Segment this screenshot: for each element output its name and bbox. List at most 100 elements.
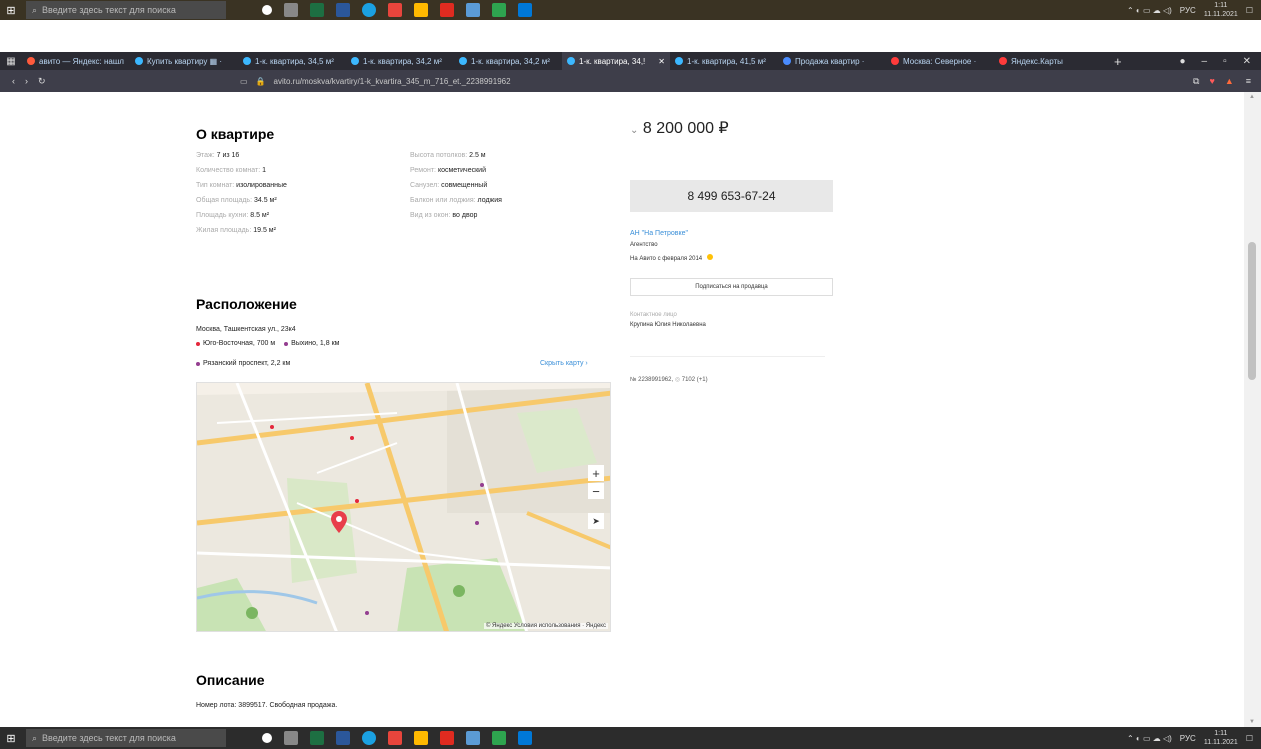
- browser-tab[interactable]: 1-к. квартира, 41,5 м²: [670, 52, 778, 70]
- pdf-icon[interactable]: [440, 731, 454, 745]
- forward-icon[interactable]: ›: [25, 76, 28, 87]
- browser-tab[interactable]: 1-к. квартира, 34,2 м²: [346, 52, 454, 70]
- geolocation-icon[interactable]: ➤: [588, 513, 604, 529]
- app-icon[interactable]: [518, 731, 532, 745]
- word-icon[interactable]: [336, 731, 350, 745]
- system-tray: ⌃ ◐ ▭ ☁ ◁) РУС 1:11 11.11.2021 ☐: [1127, 1, 1261, 19]
- browser-icon[interactable]: [362, 3, 376, 17]
- agency-link[interactable]: АН "На Петровке": [630, 230, 688, 237]
- metro-station: Рязанский проспект, 2,2 км: [196, 360, 290, 367]
- tabs-container: авито — Яндекс: нашл Купить квартиру ▦ · 1…: [22, 52, 1102, 70]
- browser-tab[interactable]: Купить квартиру ▦ ·: [130, 52, 238, 70]
- location-heading: Расположение: [196, 296, 297, 312]
- browser-icon[interactable]: [362, 731, 376, 745]
- system-tray: ⌃ ◐ ▭ ☁ ◁) РУС 1:11 11.11.2021 ☐: [1127, 729, 1261, 747]
- yandex-browser-icon[interactable]: [388, 3, 402, 17]
- task-view-icon[interactable]: [284, 731, 298, 745]
- badge-icon: [706, 254, 713, 260]
- hide-map-link[interactable]: Скрыть карту ›: [540, 360, 588, 367]
- tab-favicon-icon: [27, 57, 35, 65]
- tray-icons[interactable]: ⌃ ◐ ▭ ☁ ◁): [1127, 734, 1172, 743]
- cortana-icon[interactable]: [262, 733, 272, 743]
- word-icon[interactable]: [336, 3, 350, 17]
- browser-tab[interactable]: 1-к. квартира, 34,5 м²: [238, 52, 346, 70]
- taskbar-search[interactable]: ⌕ Введите здесь текст для поиска: [26, 729, 226, 747]
- property-value: во двор: [452, 212, 478, 219]
- property-value: 8.5 м²: [250, 212, 270, 219]
- clock-date: 11.11.2021: [1203, 11, 1238, 18]
- alert-icon[interactable]: ▲: [1225, 76, 1234, 86]
- property-label: Количество комнат:: [196, 167, 261, 174]
- back-icon[interactable]: ‹: [12, 76, 15, 87]
- tray-icons[interactable]: ⌃ ◐ ▭ ☁ ◁): [1127, 6, 1172, 15]
- reload-icon[interactable]: ↻: [38, 76, 46, 87]
- language-indicator[interactable]: РУС: [1180, 734, 1196, 743]
- yandex-browser-icon[interactable]: [388, 731, 402, 745]
- search-icon: ⌕: [32, 4, 38, 15]
- property-label: Площадь кухни:: [196, 212, 249, 219]
- windows-start-icon[interactable]: ⊞: [0, 0, 22, 20]
- extension-icon[interactable]: ♥: [1209, 76, 1214, 86]
- location-map[interactable]: + − ➤ © Яндекс Условия использования · Я…: [196, 382, 611, 632]
- property-label: Общая площадь:: [196, 197, 253, 204]
- scroll-thumb[interactable]: [1248, 242, 1256, 380]
- excel-icon[interactable]: [310, 731, 324, 745]
- url-field[interactable]: ▭ 🔒 avito.ru/moskva/kvartiry/1-k_kvartir…: [240, 77, 511, 86]
- property-label: Вид из окон:: [410, 212, 451, 219]
- property-value: 34.5 м²: [253, 197, 277, 204]
- close-icon[interactable]: ✕: [1243, 56, 1251, 67]
- tab-actions-icon[interactable]: ▦: [0, 52, 22, 70]
- excel-icon[interactable]: [310, 3, 324, 17]
- browser-tab[interactable]: авито — Яндекс: нашл: [22, 52, 130, 70]
- scroll-up-icon[interactable]: ▲: [1249, 94, 1255, 100]
- browser-tab-label: Яндекс.Карты: [1011, 56, 1063, 66]
- property-label: Тип комнат:: [196, 182, 235, 189]
- metro-line-icon: [196, 341, 200, 346]
- app-icon[interactable]: [466, 731, 480, 745]
- clock[interactable]: 1:11 11.11.2021: [1204, 729, 1238, 747]
- property-label: Ремонт:: [410, 167, 436, 174]
- task-view-icon[interactable]: [284, 3, 298, 17]
- language-indicator[interactable]: РУС: [1180, 6, 1196, 15]
- app-icon[interactable]: [492, 3, 506, 17]
- subscribe-button[interactable]: Подписаться на продавца: [630, 278, 833, 296]
- pdf-icon[interactable]: [440, 3, 454, 17]
- browser-tab[interactable]: 1-к. квартира, 34,! ✕: [562, 52, 670, 70]
- cortana-icon[interactable]: [262, 5, 272, 15]
- windows-start-icon[interactable]: ⊞: [0, 728, 22, 748]
- clock[interactable]: 1:11 11.11.2021: [1204, 1, 1238, 19]
- app-icon[interactable]: [492, 731, 506, 745]
- minimize-icon[interactable]: –: [1202, 56, 1208, 67]
- app-icon[interactable]: [466, 3, 480, 17]
- bookmark-icon[interactable]: ⧉: [1193, 76, 1199, 87]
- property-row: Вид из окон: во двор: [410, 212, 477, 219]
- notification-icon[interactable]: ☐: [1246, 734, 1253, 743]
- file-explorer-icon[interactable]: [414, 731, 428, 745]
- zoom-out-icon[interactable]: −: [588, 483, 604, 499]
- zoom-in-icon[interactable]: +: [588, 465, 604, 481]
- phone-button[interactable]: 8 499 653-67-24: [630, 180, 833, 212]
- description-heading: Описание: [196, 672, 265, 688]
- browser-tab[interactable]: Яндекс.Карты: [994, 52, 1102, 70]
- metro-line-icon: [284, 341, 289, 346]
- app-icon[interactable]: [518, 3, 532, 17]
- seller-since-text: На Авито с февраля 2014: [630, 256, 703, 262]
- browser-tab[interactable]: Продажа квартир ·: [778, 52, 886, 70]
- close-tab-icon[interactable]: ✕: [658, 57, 665, 66]
- chevron-down-icon[interactable]: ⌄: [630, 125, 638, 136]
- notification-icon[interactable]: ☐: [1246, 6, 1253, 15]
- file-explorer-icon[interactable]: [414, 3, 428, 17]
- browser-tab[interactable]: Москва: Северное ·: [886, 52, 994, 70]
- taskbar-search[interactable]: ⌕ Введите здесь текст для поиска: [26, 1, 226, 19]
- map-attribution[interactable]: © Яндекс Условия использования · Яндекс: [483, 623, 608, 629]
- maximize-icon[interactable]: ▫: [1223, 56, 1227, 67]
- settings-icon[interactable]: ●: [1179, 56, 1185, 67]
- menu-icon[interactable]: ≡: [1246, 76, 1261, 86]
- about-heading: О квартире: [196, 126, 275, 142]
- agency-type: Агентство: [630, 242, 658, 248]
- browser-tab[interactable]: 1-к. квартира, 34,2 м²: [454, 52, 562, 70]
- property-row: Площадь кухни: 8.5 м²: [196, 212, 269, 219]
- new-tab-icon[interactable]: +: [1102, 54, 1134, 69]
- page-scrollbar[interactable]: ▲ ▼: [1244, 92, 1261, 727]
- scroll-down-icon[interactable]: ▼: [1249, 719, 1255, 725]
